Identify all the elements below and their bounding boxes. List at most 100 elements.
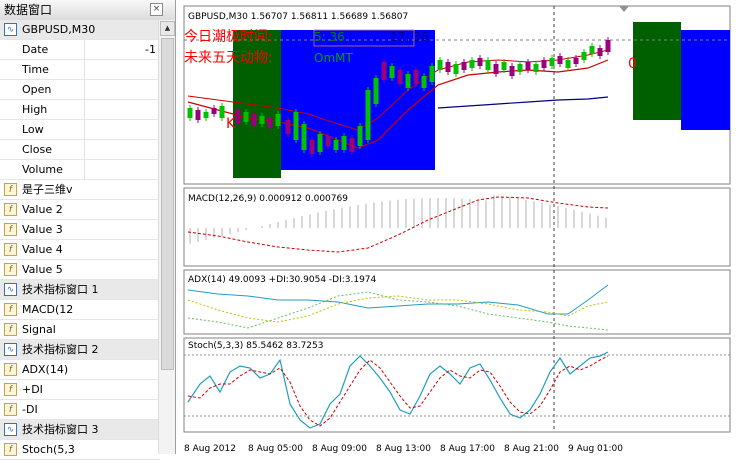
time-axis: 8 Aug 2012 8 Aug 05:00 8 Aug 09:00 8 Aug… bbox=[184, 444, 623, 454]
bearish-candle bbox=[573, 58, 579, 64]
time-label: 8 Aug 09:00 bbox=[312, 444, 367, 454]
bullish-candle bbox=[485, 60, 491, 70]
data-window-row-value bbox=[84, 80, 156, 99]
data-window-row-label: Value 4 bbox=[22, 243, 63, 256]
data-window-indicator-row[interactable]: f Signal bbox=[0, 320, 160, 340]
bearish-candle bbox=[309, 140, 315, 154]
chart-window[interactable]: GBPUSD,M30 1.56707 1.56811 1.56689 1.568… bbox=[178, 0, 736, 454]
data-window-panel: 数据窗口 × ∿ GBPUSD,M30 Date -1 Time Open High Low C… bbox=[0, 0, 176, 460]
scrollbar-thumb[interactable] bbox=[161, 38, 174, 370]
bullish-candle bbox=[373, 78, 379, 104]
close-icon[interactable]: × bbox=[150, 3, 163, 16]
bearish-candle bbox=[605, 40, 611, 52]
data-window-indicator-row[interactable]: f Stoch(5,3 bbox=[0, 440, 160, 460]
data-window-row-value bbox=[84, 160, 156, 179]
bearish-candle bbox=[195, 110, 201, 120]
data-window-row-label: ADX(14) bbox=[22, 363, 69, 376]
bearish-candle bbox=[381, 62, 387, 80]
data-window-section-row[interactable]: ∿ GBPUSD,M30 bbox=[0, 20, 160, 40]
stoch-panel[interactable] bbox=[183, 337, 731, 433]
data-window-row-value bbox=[84, 120, 156, 139]
bearish-candle bbox=[493, 64, 499, 74]
bullish-candle bbox=[533, 64, 539, 72]
time-label: 8 Aug 17:00 bbox=[440, 444, 495, 454]
bearish-candle bbox=[235, 110, 241, 124]
indicator-function-icon: f bbox=[4, 443, 17, 456]
data-window-field-row[interactable]: Date -1 bbox=[0, 40, 160, 60]
data-window-row-label: Value 5 bbox=[22, 263, 63, 276]
data-window-row-value: -1 bbox=[84, 40, 156, 59]
data-window-indicator-row[interactable]: f Value 4 bbox=[0, 240, 160, 260]
data-window-section-row[interactable]: ∿ 技术指标窗口 2 bbox=[0, 340, 160, 360]
time-label: 8 Aug 2012 bbox=[184, 444, 236, 454]
bullish-candle bbox=[437, 60, 443, 70]
bullish-candle bbox=[293, 112, 299, 140]
data-window-scrollbar[interactable]: ▲ bbox=[158, 20, 175, 454]
indicator-function-icon: f bbox=[4, 403, 17, 416]
data-window-indicator-row[interactable]: f MACD(12 bbox=[0, 300, 160, 320]
annotation-tide-value-2: 17: 36 bbox=[390, 30, 428, 44]
stoch-panel-header: Stoch(5,3,3) 85.5462 83.7253 bbox=[188, 341, 323, 351]
bullish-candle bbox=[341, 136, 347, 150]
data-window-field-row[interactable]: Low bbox=[0, 120, 160, 140]
data-window-indicator-row[interactable]: f 是子三维v bbox=[0, 180, 160, 200]
data-window-row-label: Value 3 bbox=[22, 223, 63, 236]
bearish-candle bbox=[597, 48, 603, 56]
data-window-row-label: Time bbox=[22, 63, 49, 76]
data-window-field-row[interactable]: Time bbox=[0, 60, 160, 80]
indicator-function-icon: f bbox=[4, 363, 17, 376]
scroll-up-arrow-icon[interactable]: ▲ bbox=[160, 21, 175, 36]
data-window-row-value bbox=[84, 100, 156, 119]
bearish-candle bbox=[557, 56, 563, 64]
data-window-section-row[interactable]: ∿ 技术指标窗口 3 bbox=[0, 420, 160, 440]
bearish-candle bbox=[397, 70, 403, 84]
data-window-row-label: Low bbox=[22, 123, 44, 136]
data-window-indicator-row[interactable]: f Value 3 bbox=[0, 220, 160, 240]
bullish-candle bbox=[187, 108, 193, 118]
bullish-candle bbox=[365, 90, 371, 140]
indicator-function-icon: f bbox=[4, 303, 17, 316]
data-window-row-label: GBPUSD,M30 bbox=[22, 23, 96, 36]
data-window-row-label: +DI bbox=[22, 383, 43, 396]
data-window-indicator-row[interactable]: f +DI bbox=[0, 380, 160, 400]
data-window-title: 数据窗口 bbox=[4, 3, 53, 17]
blue-projection-box bbox=[681, 30, 730, 130]
adx-panel-header: ADX(14) 49.0093 +DI:30.9054 -DI:3.1974 bbox=[188, 275, 377, 285]
bullish-candle bbox=[405, 74, 411, 88]
bearish-candle bbox=[211, 108, 217, 114]
data-window-field-row[interactable]: High bbox=[0, 100, 160, 120]
data-window-section-row[interactable]: ∿ 技术指标窗口 1 bbox=[0, 280, 160, 300]
chart-window-icon: ∿ bbox=[4, 343, 17, 356]
bullish-candle bbox=[565, 60, 571, 68]
data-window-indicator-row[interactable]: f ADX(14) bbox=[0, 360, 160, 380]
bullish-candle bbox=[501, 62, 507, 70]
data-window-field-row[interactable]: Volume bbox=[0, 160, 160, 180]
data-window-indicator-row[interactable]: f Value 2 bbox=[0, 200, 160, 220]
indicator-function-icon: f bbox=[4, 183, 17, 196]
data-window-titlebar[interactable]: 数据窗口 × bbox=[0, 0, 175, 21]
data-window-field-row[interactable]: Open bbox=[0, 80, 160, 100]
data-window-row-label: Signal bbox=[22, 323, 56, 336]
data-window-field-row[interactable]: Close bbox=[0, 140, 160, 160]
bullish-candle bbox=[389, 66, 395, 78]
marker-o: 0 bbox=[628, 56, 637, 72]
time-label: 8 Aug 13:00 bbox=[376, 444, 431, 454]
bullish-candle bbox=[469, 60, 475, 68]
indicator-function-icon: f bbox=[4, 203, 17, 216]
chart-window-icon: ∿ bbox=[4, 23, 17, 36]
bullish-candle bbox=[549, 58, 555, 66]
bearish-candle bbox=[477, 58, 483, 66]
bullish-candle bbox=[453, 64, 459, 74]
bearish-candle bbox=[541, 60, 547, 68]
annotation-tide-label: 今日潮极时间: bbox=[184, 29, 273, 45]
bearish-candle bbox=[525, 62, 531, 70]
indicator-function-icon: f bbox=[4, 223, 17, 236]
chart-canvas[interactable]: GBPUSD,M30 1.56707 1.56811 1.56689 1.568… bbox=[178, 0, 736, 454]
data-window-row-label: 技术指标窗口 2 bbox=[22, 343, 99, 356]
green-projection-box bbox=[633, 22, 681, 120]
bearish-candle bbox=[461, 62, 467, 70]
bullish-candle bbox=[589, 46, 595, 54]
data-window-indicator-row[interactable]: f -DI bbox=[0, 400, 160, 420]
data-window-indicator-row[interactable]: f Value 5 bbox=[0, 260, 160, 280]
chart-window-icon: ∿ bbox=[4, 283, 17, 296]
